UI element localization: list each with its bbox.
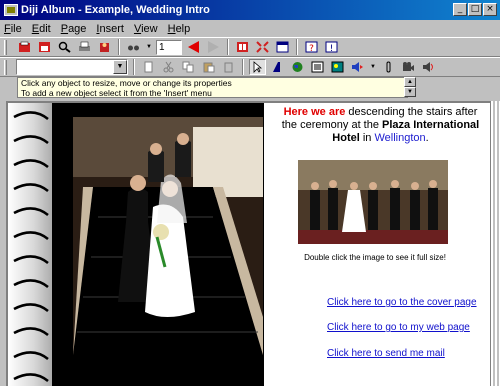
vertical-scrollbar[interactable]	[490, 101, 500, 386]
binoculars-icon[interactable]	[125, 39, 142, 55]
caption-block[interactable]: Here we are descending the stairs after …	[278, 106, 483, 145]
svg-text:?: ?	[309, 44, 314, 53]
close-button[interactable]: ×	[483, 3, 497, 16]
context-help-icon[interactable]: !	[323, 39, 340, 55]
main-toolbar: ▼ 1 ? !	[0, 37, 500, 57]
video-icon[interactable]	[400, 59, 417, 75]
delete-icon[interactable]	[220, 59, 237, 75]
wedding-photo[interactable]	[73, 117, 263, 355]
binoculars-dropdown-icon[interactable]: ▼	[145, 39, 153, 55]
previous-page-icon[interactable]	[185, 39, 202, 55]
speaker-icon[interactable]	[420, 59, 437, 75]
binder-rings-icon	[13, 111, 49, 383]
object-toolbar: ▼ ▼	[0, 57, 500, 77]
title-bar: Diji Album - Example, Wedding Intro _ □ …	[0, 0, 500, 20]
globe-icon[interactable]	[289, 59, 306, 75]
next-page-icon[interactable]	[205, 39, 222, 55]
object-combo[interactable]: ▼	[16, 59, 128, 75]
fit-page-icon[interactable]	[254, 39, 271, 55]
menu-page[interactable]: Page	[61, 23, 87, 35]
app-icon	[4, 4, 18, 16]
find-icon[interactable]	[56, 39, 73, 55]
menu-edit[interactable]: Edit	[32, 23, 51, 35]
svg-text:!: !	[330, 44, 334, 53]
cover-page-link[interactable]: Click here to go to the cover page	[327, 297, 477, 308]
pointer-icon[interactable]	[249, 59, 266, 75]
web-page-link[interactable]: Click here to go to my web page	[327, 322, 470, 333]
cut-icon[interactable]	[160, 59, 177, 75]
wizard-icon[interactable]	[96, 39, 113, 55]
copy-icon[interactable]	[180, 59, 197, 75]
send-mail-link[interactable]: Click here to send me mail	[327, 348, 445, 359]
window-title: Diji Album - Example, Wedding Intro	[21, 4, 210, 16]
toolbar-grip[interactable]	[4, 40, 7, 55]
sound-icon[interactable]	[349, 59, 366, 75]
help-topics-icon[interactable]: ?	[303, 39, 320, 55]
sound-dropdown-icon[interactable]: ▼	[369, 59, 377, 75]
image-icon[interactable]	[329, 59, 346, 75]
open-album-icon[interactable]	[16, 39, 33, 55]
full-screen-icon[interactable]	[274, 39, 291, 55]
minimize-button[interactable]: _	[453, 3, 467, 16]
print-icon[interactable]	[76, 39, 93, 55]
toolbar-grip[interactable]	[4, 60, 7, 75]
spin-down-icon[interactable]: ▼	[404, 87, 416, 97]
picture-icon[interactable]	[309, 59, 326, 75]
new-page-icon[interactable]	[140, 59, 157, 75]
menu-insert[interactable]: Insert	[96, 23, 124, 35]
hint-bar: Click any object to resize, move or chan…	[0, 77, 500, 99]
hint-spinner[interactable]: ▲ ▼	[404, 77, 416, 98]
chevron-down-icon[interactable]: ▼	[113, 60, 127, 74]
menu-bar: File Edit Page Insert View Help	[0, 20, 500, 37]
attach-icon[interactable]	[380, 59, 397, 75]
maximize-button[interactable]: □	[468, 3, 482, 16]
spin-up-icon[interactable]: ▲	[404, 77, 416, 87]
menu-view[interactable]: View	[134, 23, 158, 35]
paste-icon[interactable]	[200, 59, 217, 75]
page-number-field[interactable]: 1	[156, 39, 182, 55]
group-photo-thumbnail[interactable]	[298, 160, 448, 244]
text-icon[interactable]	[269, 59, 286, 75]
hint-text: Click any object to resize, move or chan…	[17, 77, 408, 98]
page-view-icon[interactable]	[234, 39, 251, 55]
thumbnail-caption: Double click the image to see it full si…	[304, 253, 446, 262]
menu-file[interactable]: File	[4, 23, 22, 35]
save-album-icon[interactable]	[36, 39, 53, 55]
menu-help[interactable]: Help	[168, 23, 191, 35]
caption-text: Here we are descending the stairs after …	[281, 106, 480, 144]
